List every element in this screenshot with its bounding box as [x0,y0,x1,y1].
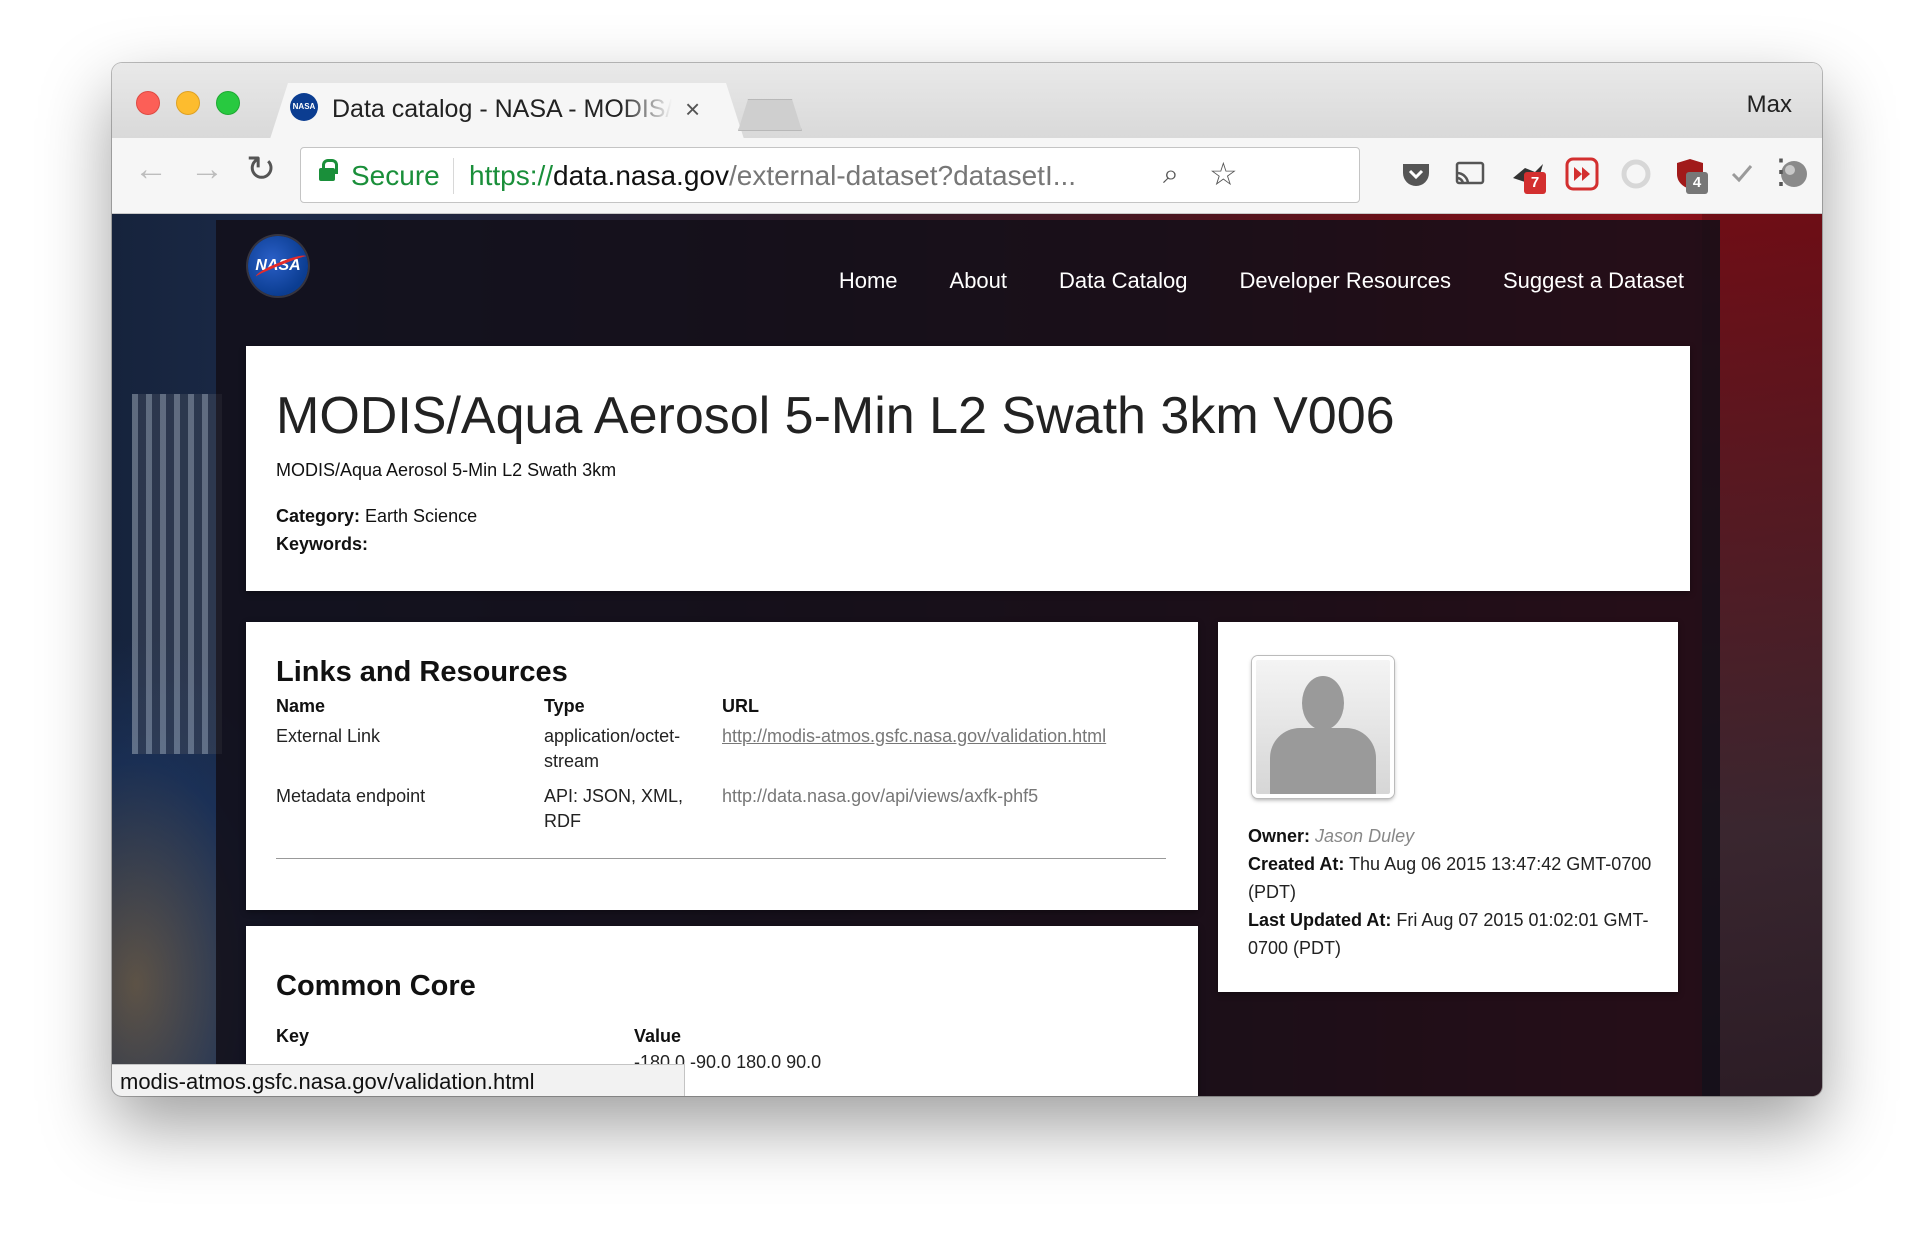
owner-card: Owner: Jason Duley Created At: Thu Aug 0… [1218,622,1678,992]
address-bar[interactable]: Secure https://data.nasa.gov/external-da… [300,147,1360,203]
metadata-endpoint-link[interactable]: http://data.nasa.gov/api/views/axfk-phf5 [722,784,1172,809]
row-type: API: JSON, XML, RDF [544,786,684,831]
zoom-icon[interactable]: ⌕ [1163,158,1179,191]
url-host: data.nasa.gov [553,160,729,191]
category-label: Category: [276,506,361,526]
created-label: Created At: [1248,854,1345,874]
row-type: application/octet-stream [544,726,681,771]
site-header: NASA Home About Data Catalog Developer R… [216,220,1720,346]
nav-suggest-dataset[interactable]: Suggest a Dataset [1503,268,1684,294]
ublock-extension-icon[interactable]: 4 [1672,156,1708,194]
bird-extension-icon[interactable]: 7 [1510,156,1546,194]
keywords-line: Keywords: [276,534,368,555]
forward-icon[interactable]: → [190,150,224,189]
bookmark-star-icon[interactable]: ☆ [1209,155,1238,193]
tab-close-icon[interactable]: × [685,94,700,125]
dataset-subtitle: MODIS/Aqua Aerosol 5-Min L2 Swath 3km [276,460,617,480]
external-link[interactable]: http://modis-atmos.gsfc.nasa.gov/validat… [722,724,1172,749]
updated-line: Last Updated At: Fri Aug 07 2015 01:02:0… [1248,906,1658,962]
nav-data-catalog[interactable]: Data Catalog [1059,268,1187,294]
lock-icon [319,159,338,181]
tab-title[interactable]: Data catalog - NASA - MODIS/Aqua Aerosol… [332,95,672,124]
column-header-type: Type [544,696,585,716]
category-value: Earth Science [365,506,478,526]
site-container: NASA Home About Data Catalog Developer R… [216,220,1720,1096]
column-header-url: URL [722,696,759,716]
background-space-station-image [132,394,222,754]
nav-developer-resources[interactable]: Developer Resources [1239,268,1451,294]
divider [276,858,1166,859]
extension-badge-count: 7 [1524,172,1546,194]
avatar-body-shape [1270,728,1376,794]
minimize-window-button[interactable] [176,91,200,115]
cast-icon[interactable] [1452,156,1488,192]
tab-strip: NASA Data catalog - NASA - MODIS/Aqua Ae… [112,63,1822,138]
back-icon[interactable]: ← [134,150,168,189]
omnibox-divider [453,158,454,194]
reload-icon[interactable]: ↻ [246,148,276,190]
owner-name[interactable]: Jason Duley [1315,826,1414,846]
owner-label: Owner: [1248,826,1311,846]
keywords-label: Keywords: [276,534,369,554]
links-resources-card: Links and Resources Name Type URL Extern… [246,622,1198,910]
new-tab-button[interactable] [738,99,802,131]
page-viewport: NASA Home About Data Catalog Developer R… [112,214,1822,1096]
url-path: /external-dataset?datasetI... [728,160,1077,191]
zoom-window-button[interactable] [216,91,240,115]
dataset-title-card: MODIS/Aqua Aerosol 5-Min L2 Swath 3km V0… [246,346,1690,591]
pocket-extension-icon[interactable] [1398,156,1434,192]
nasa-favicon-icon: NASA [290,93,318,121]
background-astronaut-image [1702,214,1822,1096]
column-header-key: Key [276,1026,310,1046]
url-scheme: https:// [469,160,554,191]
row-name: Metadata endpoint [276,786,426,806]
profile-name[interactable]: Max [1747,91,1792,119]
menu-icon[interactable]: ⋮ [1764,154,1798,190]
avatar-head-shape [1302,676,1344,730]
column-header-value: Value [634,1026,682,1046]
browser-window: NASA Data catalog - NASA - MODIS/Aqua Ae… [112,63,1822,1096]
fast-forward-extension-icon[interactable] [1564,156,1600,192]
browser-toolbar: ← → ↻ Secure https://data.nasa.gov/exter… [112,138,1822,214]
main-nav: Home About Data Catalog Developer Resour… [813,268,1710,294]
updated-label: Last Updated At: [1248,910,1392,930]
nasa-logo[interactable]: NASA [248,236,308,296]
category-line: Category: Earth Science [276,506,477,527]
common-core-heading: Common Core [276,970,476,1002]
row-name: External Link [276,726,381,746]
nav-home[interactable]: Home [839,268,898,294]
created-line: Created At: Thu Aug 06 2015 13:47:42 GMT… [1248,850,1658,906]
status-bar-url: modis-atmos.gsfc.nasa.gov/validation.htm… [112,1064,685,1096]
avatar [1252,656,1394,798]
links-heading: Links and Resources [276,656,568,688]
close-window-button[interactable] [136,91,160,115]
nav-about[interactable]: About [950,268,1008,294]
spinner-extension-icon[interactable] [1618,156,1654,192]
secure-label: Secure [351,160,440,191]
page-title: MODIS/Aqua Aerosol 5-Min L2 Swath 3km V0… [276,387,1395,445]
owner-line: Owner: Jason Duley [1248,822,1658,850]
extension-badge-count: 4 [1686,172,1708,194]
checkmark-extension-icon[interactable] [1724,156,1760,192]
column-header-name: Name [276,696,326,716]
url-text[interactable]: https://data.nasa.gov/external-dataset?d… [469,160,1144,192]
